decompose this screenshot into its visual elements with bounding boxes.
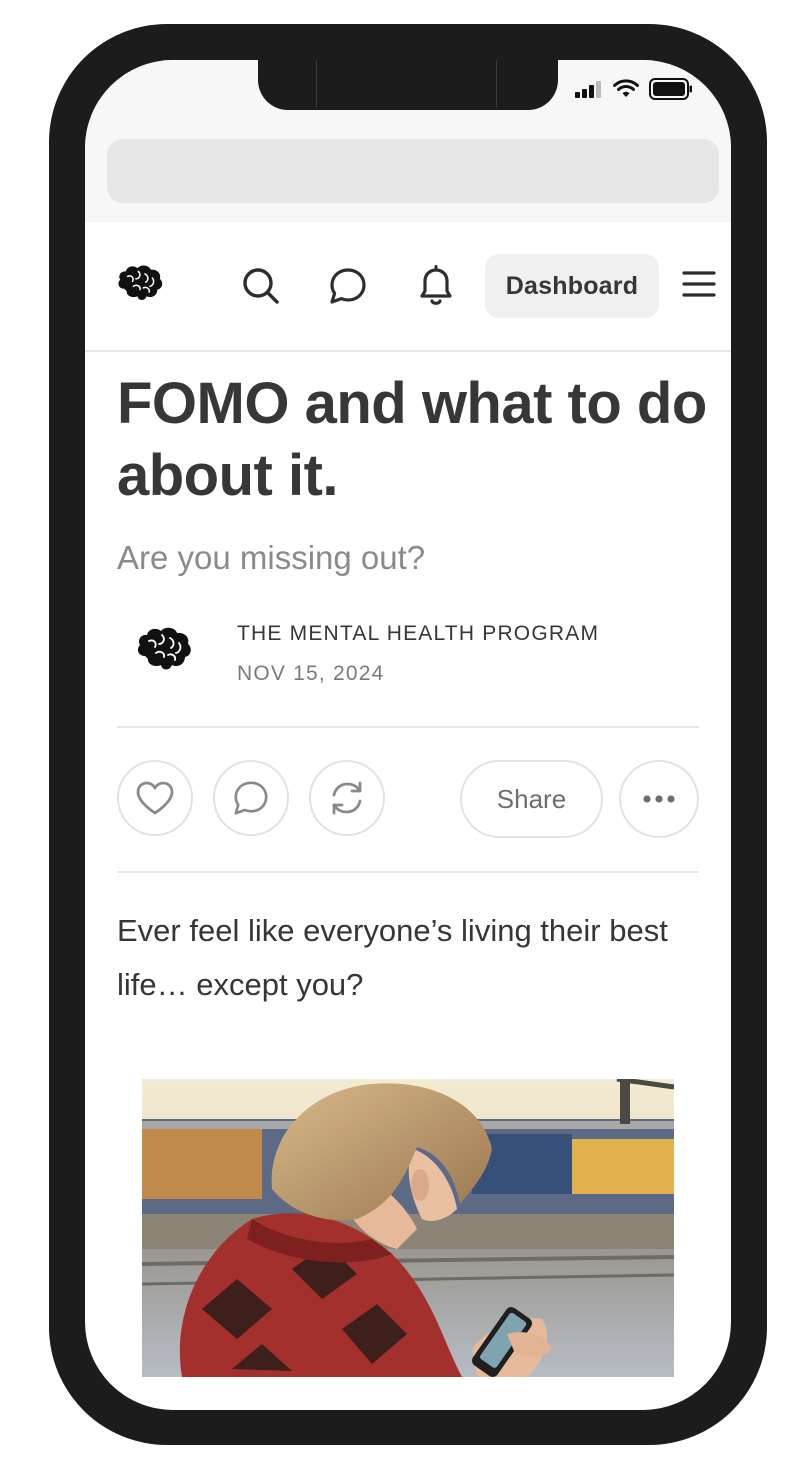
post-body-paragraph: Ever feel like everyone’s living their b…	[117, 913, 668, 1002]
share-button[interactable]: Share	[460, 760, 603, 838]
notch-divider	[496, 60, 497, 108]
brain-icon	[137, 627, 191, 670]
comment-button[interactable]	[213, 760, 289, 836]
more-options-button[interactable]	[619, 760, 699, 838]
battery-icon	[649, 78, 692, 100]
more-icon	[643, 795, 675, 803]
author-avatar[interactable]	[135, 626, 193, 672]
article-image	[142, 1079, 674, 1377]
divider	[117, 726, 699, 728]
post-subtitle: Are you missing out?	[117, 539, 426, 576]
like-button[interactable]	[117, 760, 193, 836]
wifi-icon	[613, 79, 639, 97]
notch	[258, 60, 558, 110]
restack-button[interactable]	[309, 760, 385, 836]
notifications-button[interactable]	[412, 260, 460, 312]
cellular-signal-icon	[575, 81, 601, 98]
bell-icon	[420, 265, 452, 305]
browser-chrome	[85, 60, 731, 222]
notch-divider	[316, 60, 317, 108]
article-photo-illustration	[142, 1079, 674, 1377]
menu-button[interactable]	[681, 266, 717, 302]
comment-icon	[234, 781, 268, 815]
chat-button[interactable]	[324, 262, 372, 310]
search-button[interactable]	[237, 262, 285, 310]
phone-screen: Dashboard FOMO and what to do about it. …	[85, 60, 731, 1410]
dashboard-button[interactable]: Dashboard	[485, 254, 659, 318]
chat-icon	[330, 268, 366, 304]
author-name[interactable]: THE MENTAL HEALTH PROGRAM	[237, 622, 599, 646]
search-icon	[243, 268, 279, 304]
site-logo[interactable]	[115, 262, 165, 304]
divider	[117, 871, 699, 873]
post-date: NOV 15, 2024	[237, 662, 385, 685]
post-title: FOMO and what to do about it.	[117, 371, 707, 508]
address-bar[interactable]	[107, 139, 719, 203]
heart-icon	[136, 781, 174, 815]
restack-icon	[332, 781, 362, 815]
status-icons	[575, 78, 693, 100]
brain-icon	[118, 265, 163, 300]
hamburger-menu-icon	[682, 271, 716, 297]
site-navbar: Dashboard	[85, 222, 731, 352]
